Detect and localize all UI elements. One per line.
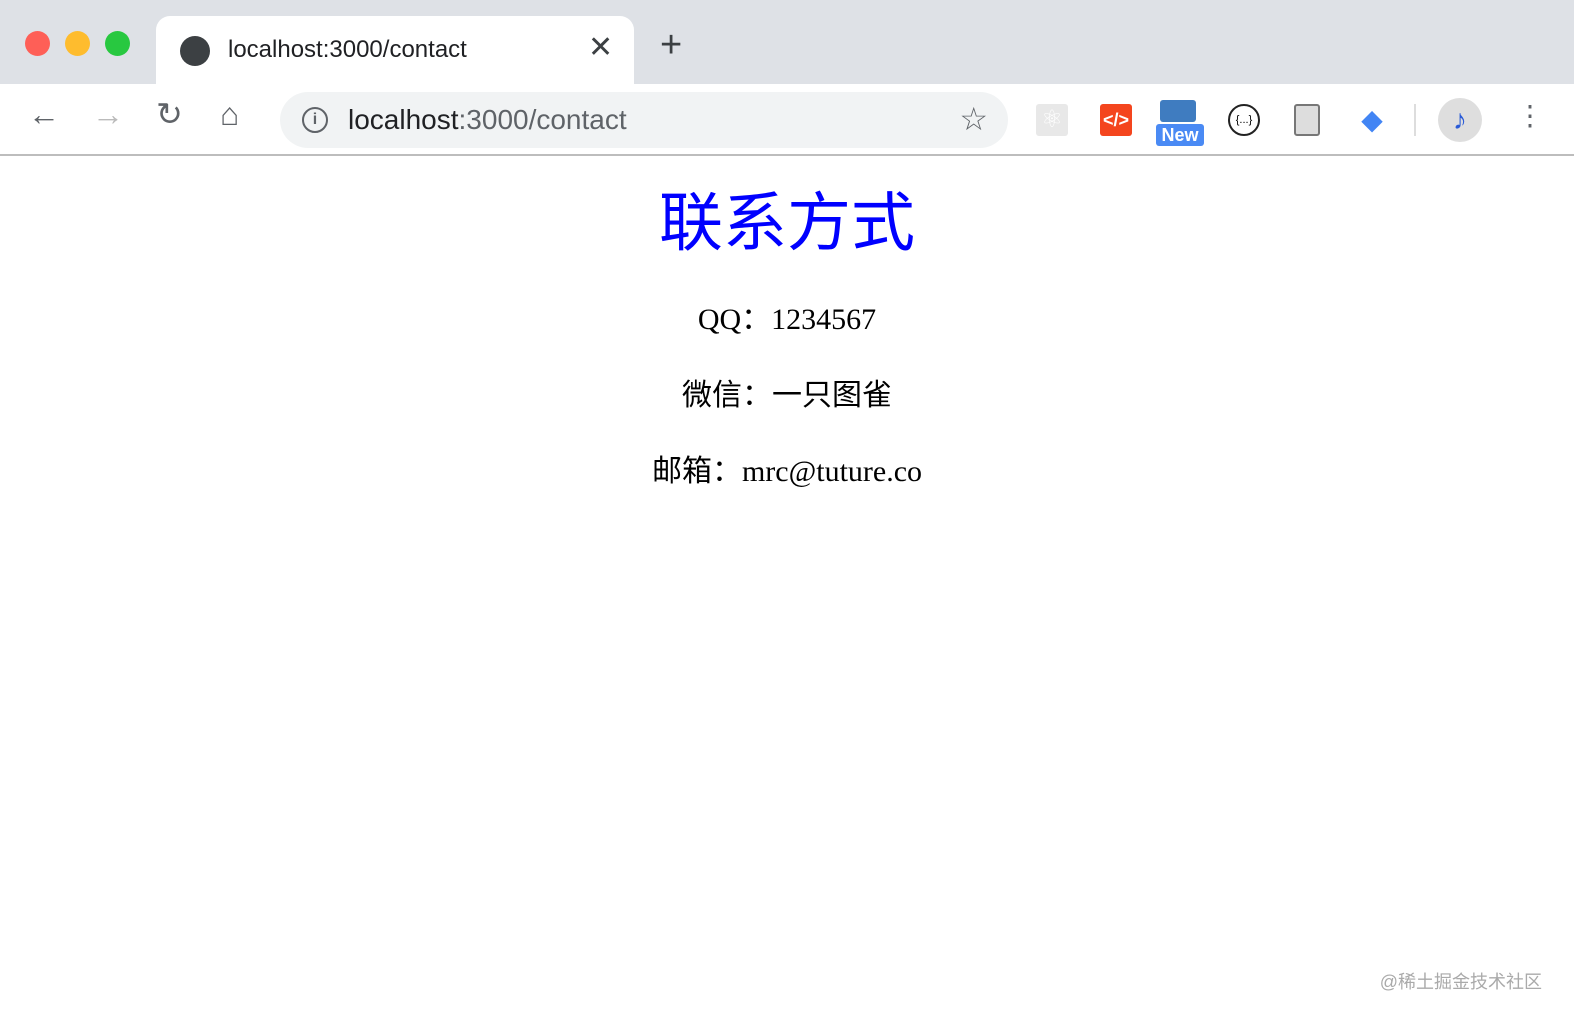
page-title: 联系方式 — [659, 188, 915, 259]
document-icon[interactable] — [1294, 104, 1320, 136]
menu-kebab-icon[interactable]: ⋮ — [1516, 102, 1544, 130]
new-badge: New — [1156, 124, 1204, 146]
contact-email: 邮箱：mrc@tuture.co — [651, 455, 923, 488]
tab-active[interactable]: localhost:3000/contact ✕ — [156, 16, 634, 84]
home-icon[interactable]: ⌂ — [220, 98, 239, 130]
contact-qq: QQ：1234567 — [697, 303, 877, 336]
tab-title: localhost:3000/contact — [228, 36, 467, 63]
tab-bar: localhost:3000/contact ✕ + — [0, 0, 1574, 84]
new-extension-icon[interactable] — [1160, 100, 1196, 122]
globe-icon — [180, 36, 210, 66]
tuture-icon[interactable]: </> — [1100, 104, 1132, 136]
back-icon[interactable]: ← — [28, 98, 60, 130]
minimize-window-button[interactable] — [65, 31, 90, 56]
toolbar: ← → ↻ ⌂ i localhost:3000/contact ☆ ⚛ </>… — [0, 84, 1574, 156]
scholar-icon[interactable]: ◆ — [1356, 104, 1388, 136]
reload-icon[interactable]: ↻ — [156, 98, 183, 130]
watermark: @稀土掘金技术社区 — [1379, 972, 1542, 992]
bookmark-star-icon[interactable]: ☆ — [959, 100, 988, 138]
react-devtools-icon[interactable]: ⚛ — [1036, 104, 1068, 136]
new-tab-button[interactable]: + — [660, 26, 682, 64]
divider — [1414, 104, 1416, 136]
maximize-window-button[interactable] — [105, 31, 130, 56]
page-content: 联系方式 QQ：1234567 微信：一只图雀 邮箱：mrc@tuture.co — [0, 158, 1574, 492]
url-path: :3000/contact — [458, 104, 627, 135]
address-bar[interactable]: i localhost:3000/contact ☆ — [280, 92, 1008, 148]
profile-avatar[interactable]: ♪ — [1438, 98, 1482, 142]
contact-wechat: 微信：一只图雀 — [682, 379, 892, 412]
forward-icon[interactable]: → — [92, 98, 124, 130]
json-viewer-icon[interactable]: {...} — [1228, 104, 1260, 136]
info-icon[interactable]: i — [302, 107, 328, 133]
tab-close-icon[interactable]: ✕ — [588, 30, 613, 65]
close-window-button[interactable] — [25, 31, 50, 56]
url-host: localhost — [348, 104, 459, 135]
